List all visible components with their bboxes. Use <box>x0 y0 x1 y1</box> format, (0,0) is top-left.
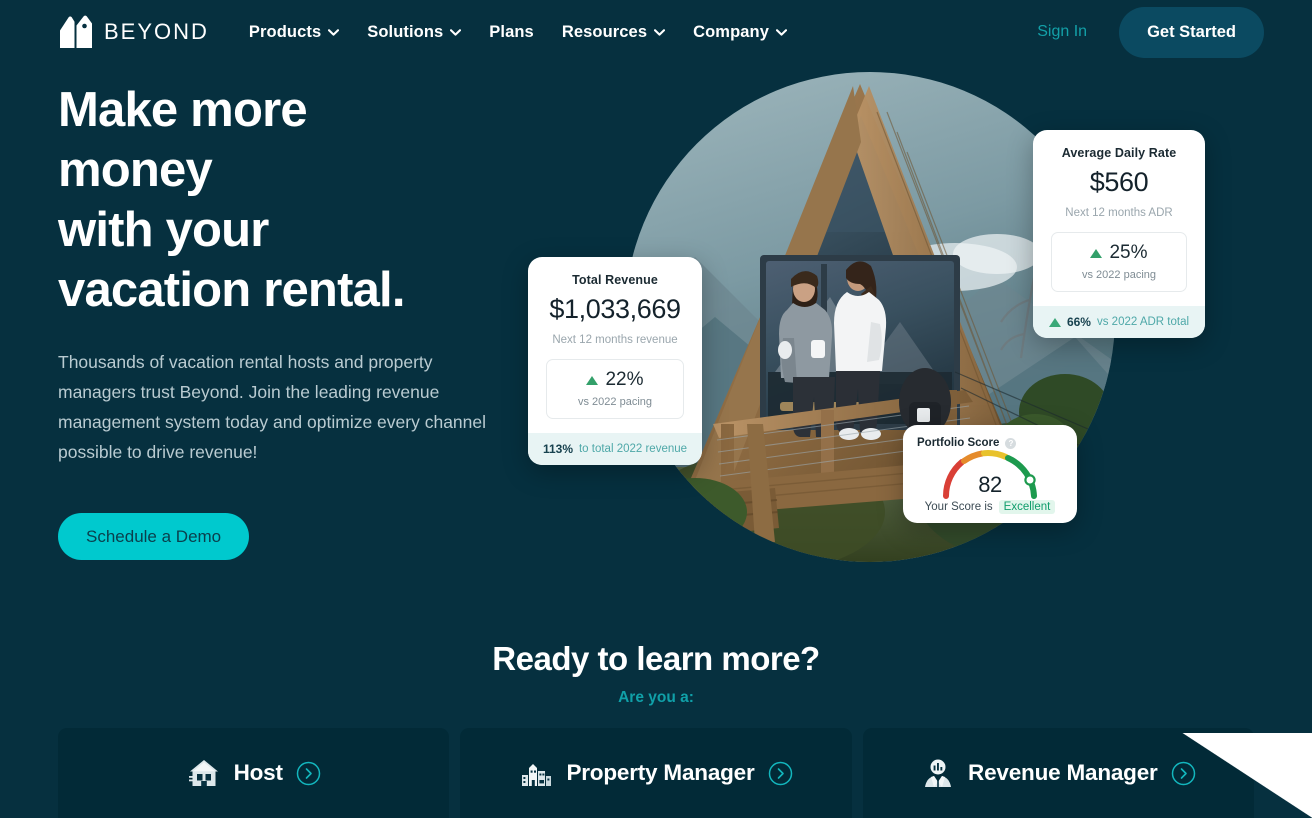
house-tag-logo-icon <box>58 14 94 51</box>
total-revenue-footer-strong: 113% <box>542 442 573 456</box>
nav-item-solutions[interactable]: Solutions <box>367 22 462 42</box>
portfolio-score-card: Portfolio Score ? 82 Your Score is Excel… <box>903 425 1077 523</box>
hero-title-line-2: money <box>58 143 213 197</box>
nav-item-products[interactable]: Products <box>248 22 340 42</box>
main-navigation: Products Solutions Plans Resources Compa… <box>249 23 787 42</box>
portfolio-score-title: Portfolio Score <box>917 437 1000 449</box>
house-icon <box>187 756 221 790</box>
portfolio-score-gauge: 82 <box>917 450 1063 499</box>
total-revenue-label: Next 12 months revenue <box>552 334 678 346</box>
arrow-right-circle-icon[interactable] <box>768 761 793 786</box>
nav-label-resources: Resources <box>561 22 648 41</box>
portfolio-score-value: 82 <box>978 472 1002 497</box>
nav-label-company: Company <box>693 22 769 41</box>
portfolio-score-header: Portfolio Score ? <box>917 437 1063 449</box>
hero-illustration: Total Revenue $1,033,669 Next 12 months … <box>520 62 1240 562</box>
learn-more-subtitle: Are you a: <box>618 689 694 706</box>
adr-delta-value: 25% <box>1109 242 1148 263</box>
status-badge: Excellent <box>998 500 1056 514</box>
analyst-person-icon <box>921 756 955 790</box>
chevron-down-icon <box>328 28 340 36</box>
trend-up-icon <box>586 375 599 385</box>
persona-label-host: Host <box>233 760 283 785</box>
adr-footer-text: vs 2022 ADR total <box>1096 316 1190 328</box>
adr-footer: 66% vs 2022 ADR total <box>1033 306 1205 338</box>
nav-label-products: Products <box>248 22 322 41</box>
hero-title-line-4: vacation rental. <box>58 263 405 317</box>
persona-label-revenue-manager: Revenue Manager <box>968 760 1158 785</box>
hero-paragraph: Thousands of vacation rental hosts and p… <box>58 352 487 462</box>
adr-value: $560 <box>1089 167 1149 197</box>
trend-up-icon <box>1048 317 1061 327</box>
adr-title: Average Daily Rate <box>1061 146 1177 160</box>
get-started-button[interactable]: Get Started <box>1119 6 1264 58</box>
adr-label: Next 12 months ADR <box>1065 207 1173 219</box>
adr-delta: 25% <box>1058 242 1180 264</box>
portfolio-score-footer-text: Your Score is <box>924 501 993 513</box>
chevron-down-icon <box>776 28 787 36</box>
landing-page: BEYOND Products Solutions Plans Resource… <box>0 0 1312 818</box>
persona-card-host[interactable]: Host <box>58 728 450 818</box>
hero-title-line-1: Make more <box>58 83 308 137</box>
nav-item-plans[interactable]: Plans <box>489 23 534 42</box>
persona-card-property-manager[interactable]: Property Manager <box>460 728 852 818</box>
nav-item-company[interactable]: Company <box>693 23 787 42</box>
learn-more-section: Ready to learn more? Are you a: <box>0 640 1312 707</box>
chevron-down-icon <box>654 28 666 36</box>
total-revenue-delta: 22% <box>553 369 677 391</box>
hero-title-line-3: with your <box>58 203 269 257</box>
arrow-right-circle-icon[interactable] <box>296 761 321 786</box>
sign-in-link[interactable]: Sign In <box>1037 23 1087 41</box>
total-revenue-footer-text: to total 2022 revenue <box>578 443 688 455</box>
nav-label-plans: Plans <box>489 22 534 41</box>
total-revenue-value: $1,033,669 <box>549 294 681 324</box>
adr-delta-sub: vs 2022 pacing <box>1082 269 1156 281</box>
learn-more-title: Ready to learn more? <box>492 640 820 677</box>
persona-label-property-manager: Property Manager <box>566 760 755 785</box>
buildings-icon <box>519 756 553 790</box>
chevron-down-icon <box>450 28 462 36</box>
schedule-demo-button[interactable]: Schedule a Demo <box>58 513 250 560</box>
hero-copy: Make more money with your vacation renta… <box>58 80 528 560</box>
nav-item-resources[interactable]: Resources <box>561 22 666 42</box>
persona-card-revenue-manager[interactable]: Revenue Manager <box>862 728 1254 818</box>
average-daily-rate-card: Average Daily Rate $560 Next 12 months A… <box>1033 130 1205 338</box>
brand-name: BEYOND <box>104 19 209 44</box>
nav-label-solutions: Solutions <box>367 22 444 41</box>
total-revenue-delta-value: 22% <box>605 369 644 390</box>
info-icon[interactable]: ? <box>1005 437 1017 449</box>
total-revenue-footer: 113% to total 2022 revenue <box>528 433 702 465</box>
persona-cards: Host Property Manager Revenue Manager <box>58 728 1254 818</box>
total-revenue-delta-sub: vs 2022 pacing <box>578 396 652 408</box>
header-actions: Sign In Get Started <box>1037 6 1264 58</box>
portfolio-score-footer: Your Score is Excellent <box>917 500 1063 514</box>
total-revenue-delta-box: 22% vs 2022 pacing <box>546 359 684 419</box>
adr-delta-box: 25% vs 2022 pacing <box>1051 232 1187 292</box>
trend-up-icon <box>1090 248 1103 258</box>
total-revenue-card: Total Revenue $1,033,669 Next 12 months … <box>528 257 702 465</box>
total-revenue-title: Total Revenue <box>572 273 658 287</box>
page-title: Make more money with your vacation renta… <box>58 80 528 320</box>
adr-footer-strong: 66% <box>1066 315 1091 329</box>
arrow-right-circle-icon[interactable] <box>1171 761 1196 786</box>
site-header: BEYOND Products Solutions Plans Resource… <box>0 0 1312 64</box>
brand-logo[interactable]: BEYOND <box>58 14 209 51</box>
